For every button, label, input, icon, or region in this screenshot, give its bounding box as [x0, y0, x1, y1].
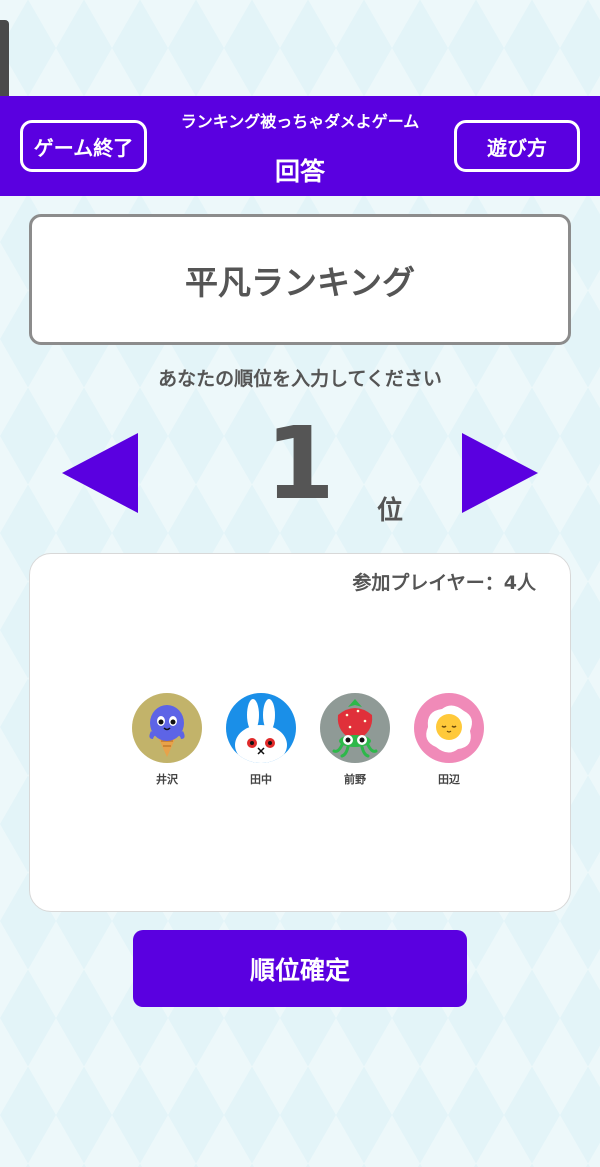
player-item: 前野: [308, 693, 402, 787]
octopus-icecream-icon: [132, 693, 202, 763]
theme-card: 平凡ランキング: [29, 214, 571, 345]
strawberry-icon: [320, 693, 390, 763]
how-to-play-button[interactable]: 遊び方: [454, 120, 580, 172]
players-list: 井沢 田中 前野 田辺: [120, 693, 496, 787]
player-name: 前野: [344, 773, 366, 786]
header-bar: ゲーム終了 ランキング被っちゃダメよゲーム 回答 遊び方: [0, 96, 600, 196]
page-title: 回答: [274, 157, 325, 186]
rank-prompt: あなたの順位を入力してください: [158, 368, 442, 390]
rank-unit: 位: [377, 496, 404, 526]
player-item: 田中: [214, 693, 308, 787]
player-name: 田辺: [438, 773, 460, 786]
player-item: 井沢: [120, 693, 214, 787]
player-item: 田辺: [402, 693, 496, 787]
confirm-rank-button[interactable]: 順位確定: [133, 930, 467, 1007]
rank-value: 1: [265, 405, 335, 522]
player-name: 田中: [250, 773, 272, 786]
theme-title: 平凡ランキング: [184, 262, 415, 302]
player-name: 井沢: [156, 773, 178, 786]
end-game-button[interactable]: ゲーム終了: [20, 120, 147, 172]
triangle-left-icon[interactable]: [62, 433, 138, 513]
fried-egg-icon: [414, 693, 484, 763]
triangle-right-icon[interactable]: [462, 433, 538, 513]
game-subtitle: ランキング被っちゃダメよゲーム: [180, 112, 420, 131]
players-card: 参加プレイヤー：4人 井沢 田中 前野 田辺: [29, 553, 571, 912]
players-count: 参加プレイヤー：4人: [352, 572, 536, 594]
bunny-icon: [226, 693, 296, 763]
